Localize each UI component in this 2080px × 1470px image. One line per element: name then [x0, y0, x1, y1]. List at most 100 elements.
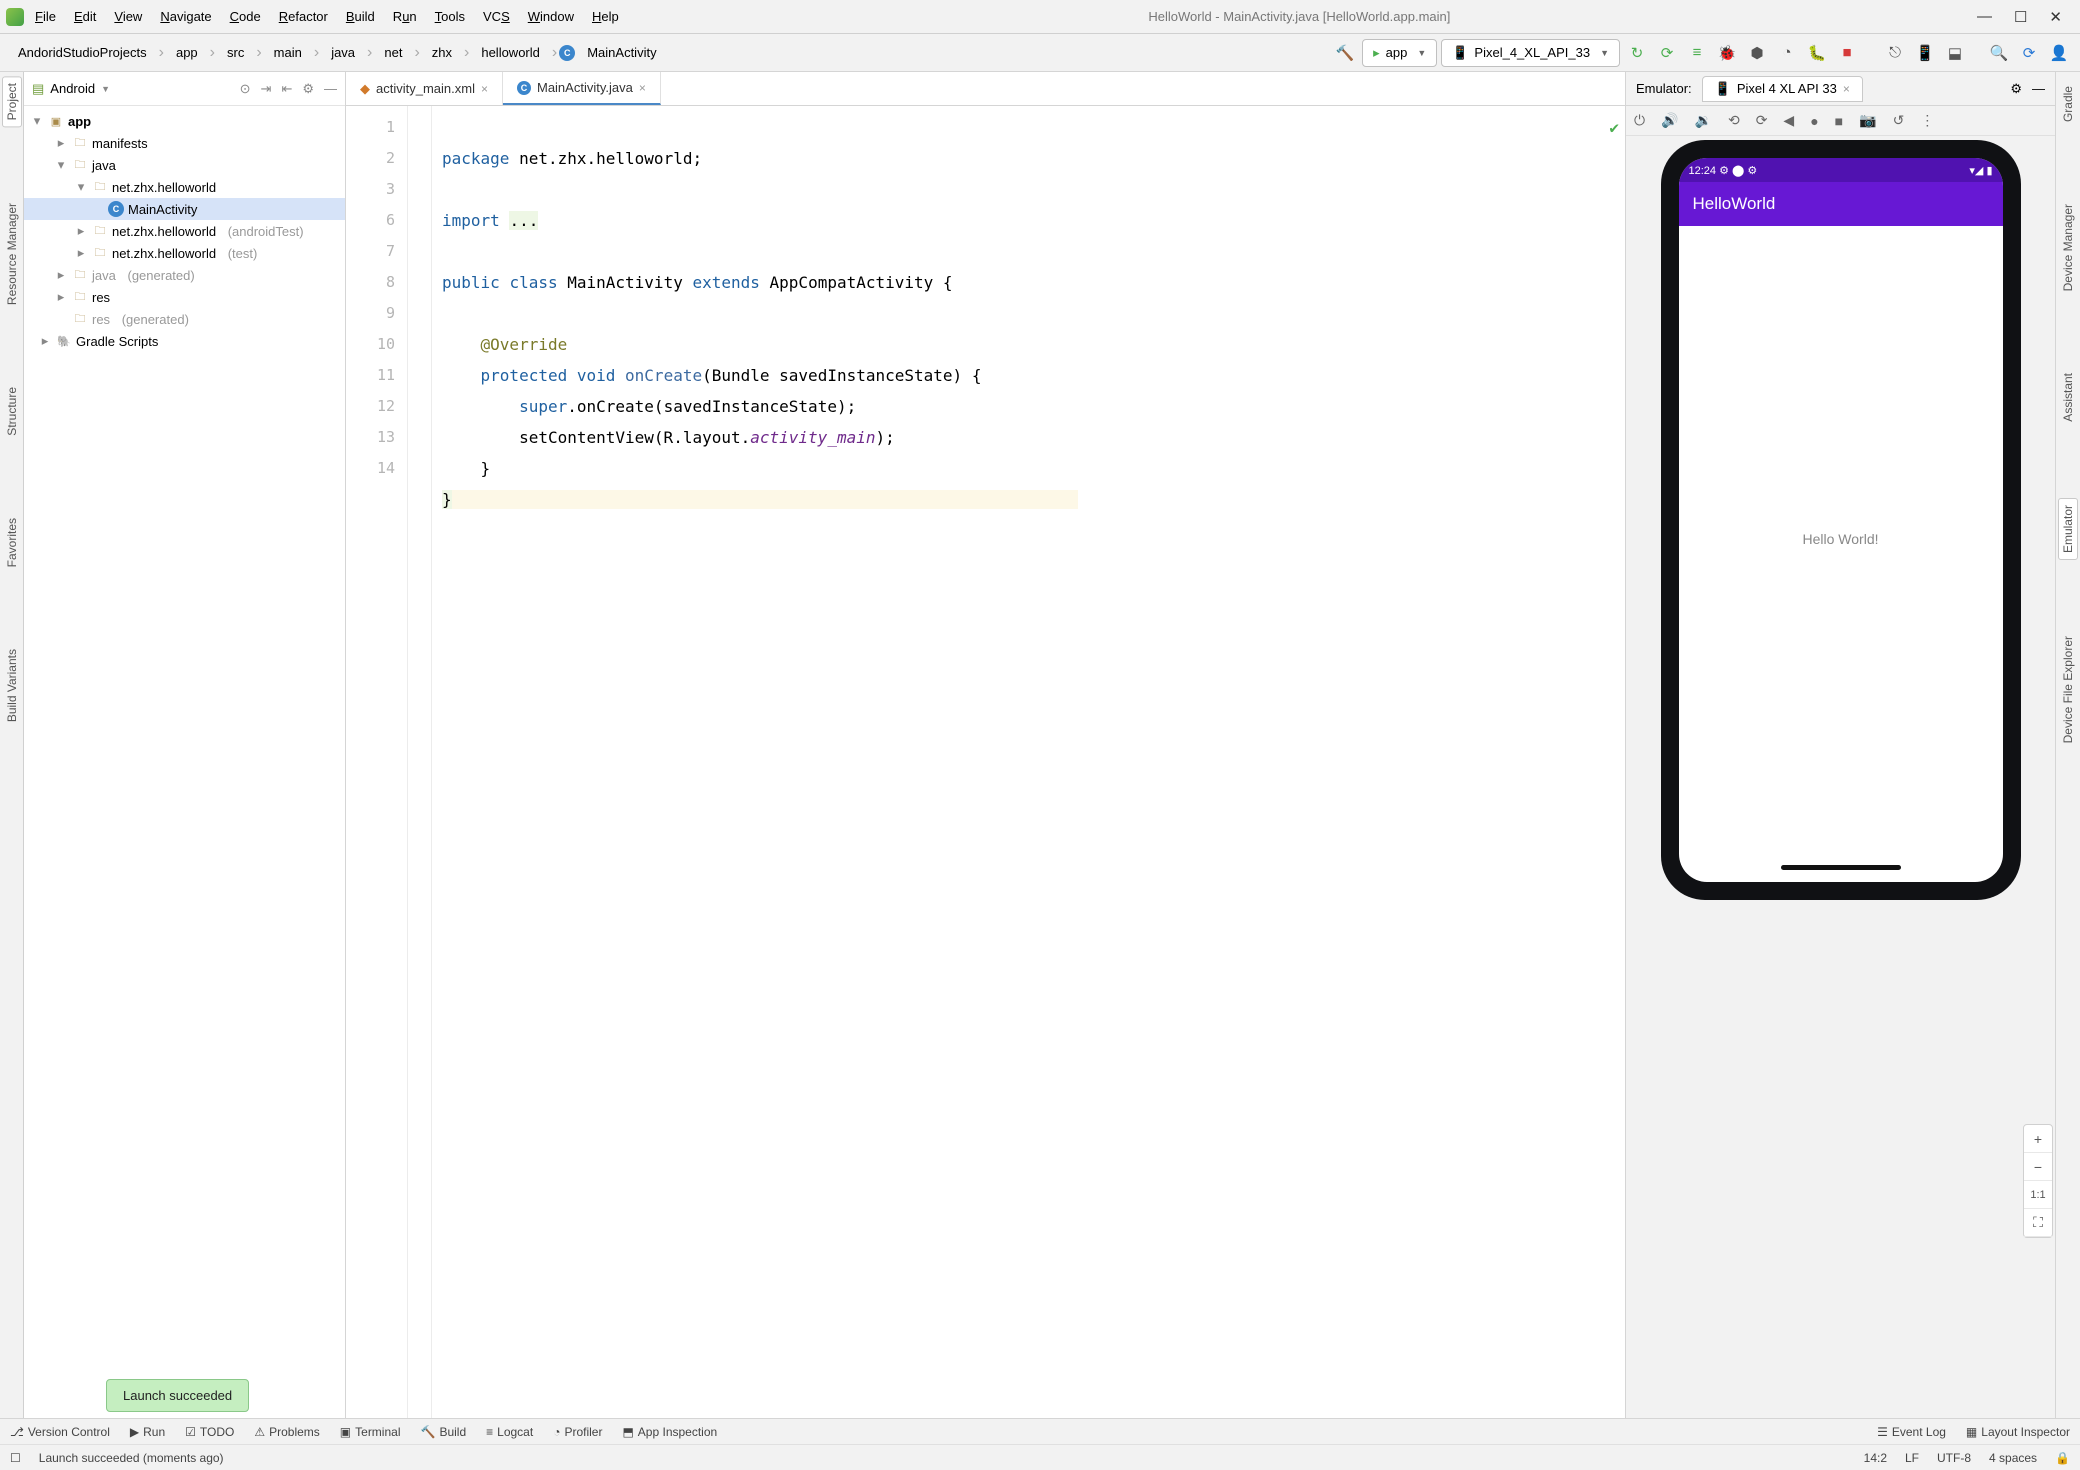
crumb-item[interactable]: MainActivity [577, 41, 666, 64]
bottom-tab-layout-inspector[interactable]: ▦ Layout Inspector [1966, 1425, 2070, 1439]
tab-close-icon[interactable]: × [639, 81, 646, 95]
menu-help[interactable]: Help [589, 7, 622, 26]
search-icon[interactable]: 🔍 [1986, 40, 2012, 66]
tree-package-androidtest[interactable]: net.zhx.helloworld [112, 224, 216, 239]
crumb-item[interactable]: net [374, 41, 412, 64]
menu-file[interactable]: File [32, 7, 59, 26]
em-back-icon[interactable]: ◀ [1783, 112, 1794, 129]
vcs-icon[interactable]: ⎋ [1882, 40, 1908, 66]
em-home-icon[interactable]: ● [1810, 113, 1818, 129]
em-snapshot-icon[interactable]: ↺ [1893, 112, 1905, 129]
bottom-tab-todo[interactable]: ☑ TODO [185, 1425, 234, 1439]
em-overview-icon[interactable]: ■ [1835, 113, 1843, 129]
menu-run[interactable]: Run [390, 7, 420, 26]
emulator-settings-icon[interactable]: ⚙ [2010, 81, 2022, 97]
left-tab-structure[interactable]: Structure [3, 381, 21, 442]
left-tab-favorites[interactable]: Favorites [3, 512, 21, 573]
bottom-tab-event-log[interactable]: ☰ Event Log [1877, 1425, 1946, 1439]
tree-java[interactable]: java [92, 158, 116, 173]
tree-expand-icon[interactable]: ⇥ [261, 81, 272, 97]
crumb-item[interactable]: app [166, 41, 208, 64]
attach-debugger-icon[interactable]: 🐛 [1804, 40, 1830, 66]
window-maximize-icon[interactable]: ☐ [2014, 8, 2027, 26]
status-checkbox-icon[interactable]: ☐ [10, 1451, 21, 1465]
run-config-select[interactable]: ▸ app ▼ [1362, 39, 1437, 67]
em-vol-up-icon[interactable]: 🔊 [1661, 112, 1678, 129]
menu-window[interactable]: Window [525, 7, 577, 26]
crumb-item[interactable]: zhx [422, 41, 462, 64]
tree-package-main[interactable]: net.zhx.helloworld [112, 180, 216, 195]
em-vol-down-icon[interactable]: 🔉 [1695, 112, 1712, 129]
crumb-item[interactable]: AndoridStudioProjects [8, 41, 157, 64]
menu-refactor[interactable]: Refactor [276, 7, 331, 26]
debug-icon[interactable]: 🐞 [1714, 40, 1740, 66]
window-close-icon[interactable]: ✕ [2049, 8, 2062, 26]
avd-icon[interactable]: 📱 [1912, 40, 1938, 66]
bottom-tab-problems[interactable]: ⚠ Problems [254, 1425, 319, 1439]
editor-gutter[interactable]: 12367891011121314 [346, 106, 408, 1418]
tree-settings-icon[interactable]: ⚙ [302, 81, 314, 97]
crumb-item[interactable]: src [217, 41, 254, 64]
zoom-out-icon[interactable]: − [2024, 1153, 2052, 1181]
em-rotate-right-icon[interactable]: ⟳ [1756, 112, 1768, 129]
right-tab-device-file-explorer[interactable]: Device File Explorer [2059, 630, 2077, 749]
tree-res[interactable]: res [92, 290, 110, 305]
bottom-tab-build[interactable]: 🔨 Build [421, 1425, 467, 1439]
tab-close-icon[interactable]: × [1843, 82, 1850, 96]
left-tab-project[interactable]: Project [2, 76, 22, 127]
em-rotate-left-icon[interactable]: ⟲ [1728, 112, 1740, 129]
bottom-tab-vcs[interactable]: ⎇ Version Control [10, 1425, 110, 1439]
apply-changes-icon[interactable]: ≡ [1684, 40, 1710, 66]
run-button-icon[interactable]: ↻ [1624, 40, 1650, 66]
right-tab-gradle[interactable]: Gradle [2059, 80, 2077, 128]
tree-main-activity[interactable]: MainActivity [128, 202, 197, 217]
crumb-item[interactable]: helloworld [471, 41, 550, 64]
rerun-icon[interactable]: ⟳ [1654, 40, 1680, 66]
em-screenshot-icon[interactable]: 📷 [1859, 112, 1876, 129]
zoom-fit-icon[interactable]: ⛶ [2024, 1209, 2052, 1237]
bottom-tab-app-inspection[interactable]: ⬒ App Inspection [622, 1425, 717, 1439]
crumb-item[interactable]: main [264, 41, 312, 64]
menu-tools[interactable]: Tools [432, 7, 468, 26]
window-minimize-icon[interactable]: — [1977, 8, 1992, 26]
tab-close-icon[interactable]: × [481, 82, 488, 96]
crumb-item[interactable]: java [321, 41, 365, 64]
editor-tab-main-activity[interactable]: C MainActivity.java × [503, 72, 661, 105]
status-lock-icon[interactable]: 🔒 [2055, 1451, 2070, 1465]
emulator-device-tab[interactable]: 📱 Pixel 4 XL API 33 × [1702, 76, 1863, 102]
tree-collapse-icon[interactable]: ⇤ [281, 81, 292, 97]
tree-java-generated[interactable]: java [92, 268, 116, 283]
zoom-1to1-icon[interactable]: 1:1 [2024, 1181, 2052, 1209]
tree-select-opened-icon[interactable]: ⊙ [240, 81, 251, 97]
tree-app[interactable]: app [68, 114, 91, 129]
avatar-placeholder-icon[interactable]: 👤 [2046, 40, 2072, 66]
right-tab-device-manager[interactable]: Device Manager [2059, 198, 2077, 297]
profiler-icon[interactable]: ◔ [1774, 40, 1800, 66]
status-indent[interactable]: 4 spaces [1989, 1451, 2037, 1465]
bottom-tab-logcat[interactable]: ≡ Logcat [486, 1425, 533, 1439]
menu-build[interactable]: Build [343, 7, 378, 26]
status-cursor-pos[interactable]: 14:2 [1864, 1451, 1887, 1465]
right-tab-emulator[interactable]: Emulator [2058, 498, 2078, 560]
zoom-in-icon[interactable]: + [2024, 1125, 2052, 1153]
menu-view[interactable]: View [111, 7, 145, 26]
sdk-icon[interactable]: ⬓ [1942, 40, 1968, 66]
coverage-icon[interactable]: ⬢ [1744, 40, 1770, 66]
main-menu[interactable]: File Edit View Navigate Code Refactor Bu… [32, 7, 622, 26]
bottom-tab-terminal[interactable]: ▣ Terminal [340, 1425, 401, 1439]
tree-gradle-scripts[interactable]: Gradle Scripts [76, 334, 158, 349]
stop-button-icon[interactable]: ■ [1834, 40, 1860, 66]
code-editor[interactable]: ✔package net.zhx.helloworld; import ... … [432, 106, 1625, 1418]
editor-tab-activity-main[interactable]: ◆ activity_main.xml × [346, 72, 503, 105]
menu-code[interactable]: Code [227, 7, 264, 26]
status-line-separator[interactable]: LF [1905, 1451, 1919, 1465]
menu-edit[interactable]: Edit [71, 7, 99, 26]
bottom-tab-run[interactable]: ▶ Run [130, 1425, 165, 1439]
emulator-zoom-controls[interactable]: + − 1:1 ⛶ [2023, 1124, 2053, 1238]
breadcrumb[interactable]: AndoridStudioProjects› app› src› main› j… [8, 41, 667, 64]
left-tab-resource-manager[interactable]: Resource Manager [3, 197, 21, 311]
emulator-screen[interactable]: 12:24 ⚙ ⬤ ⚙ ▾◢ ▮ HelloWorld Hello World! [1679, 158, 2003, 882]
em-more-icon[interactable]: ⋮ [1920, 112, 1934, 129]
status-encoding[interactable]: UTF-8 [1937, 1451, 1971, 1465]
emulator-hide-icon[interactable]: — [2032, 81, 2045, 96]
